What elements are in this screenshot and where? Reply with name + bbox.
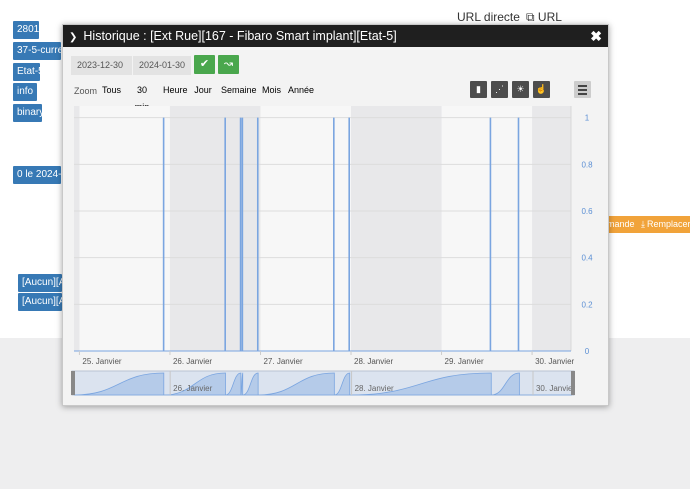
x-tick-label: 29. Janvier [445,357,484,366]
y-tick-label: 0.8 [581,160,593,169]
y-tick-label: 1 [585,114,590,123]
x-tick-label: 27. Janvier [263,357,302,366]
type-tag: info [13,83,37,101]
night-band [351,106,442,351]
plot-area [74,106,571,351]
navigator-handle-left[interactable] [71,371,75,395]
url-directe-label: URL directe [457,10,520,24]
navigator-label: 28. Janvier [355,384,394,393]
name-tag: Etat-5 [13,63,40,81]
logical-id-tag: 37-5-current [13,42,61,60]
modal-body: 2023-12-30 2024-01-30 ✔ ↝ Zoom Tous 30 m… [63,47,608,405]
navigator-label: 26. Janvier [173,384,212,393]
navigator-handle-right[interactable] [571,371,575,395]
history-chart[interactable]: 0 0.2 0.4 0.6 0.8 1 25. Janvier 26. Janvier 27.… [63,47,608,405]
close-icon[interactable]: ✖ [590,25,602,47]
night-band [169,106,261,351]
replace-toolbar[interactable]: mande ⤓ Remplacer [603,216,690,233]
x-tick-label: 26. Janvier [173,357,212,366]
x-tick-label: 25. Janvier [82,357,121,366]
action-tag-2: [Aucun][Au [18,293,62,311]
modal-title: Historique : [Ext Rue][167 - Fibaro Smar… [83,29,397,43]
y-tick-label: 0.2 [581,300,593,309]
action-tag-1: [Aucun][Au [18,274,62,292]
modal-header: ❯ Historique : [Ext Rue][167 - Fibaro Sma… [63,25,608,47]
x-tick-label: 30. Janvier [535,357,574,366]
subtype-tag: binary [13,104,42,122]
external-link-icon: ⧉ [526,10,535,24]
url-link[interactable]: ⧉ URL [526,10,562,25]
value-tag: 0 le 2024-01 [13,166,61,184]
y-tick-label: 0.4 [581,254,593,263]
url-link-label: URL [537,10,562,24]
download-icon: ⤓ [641,219,646,229]
x-tick-label: 28. Janvier [354,357,393,366]
command-button-label[interactable]: mande [607,219,635,229]
navigator-label: 30. Janvier [536,384,575,393]
night-band [532,106,571,351]
y-tick-label: 0.6 [581,207,593,216]
replace-button-label[interactable]: Remplacer [647,219,690,229]
chevron-right-icon: ❯ [69,32,78,43]
y-tick-label: 0 [585,347,590,356]
history-modal: ❯ Historique : [Ext Rue][167 - Fibaro Sma… [62,24,609,406]
id-tag: 2801 [13,21,39,39]
night-band [74,106,80,351]
